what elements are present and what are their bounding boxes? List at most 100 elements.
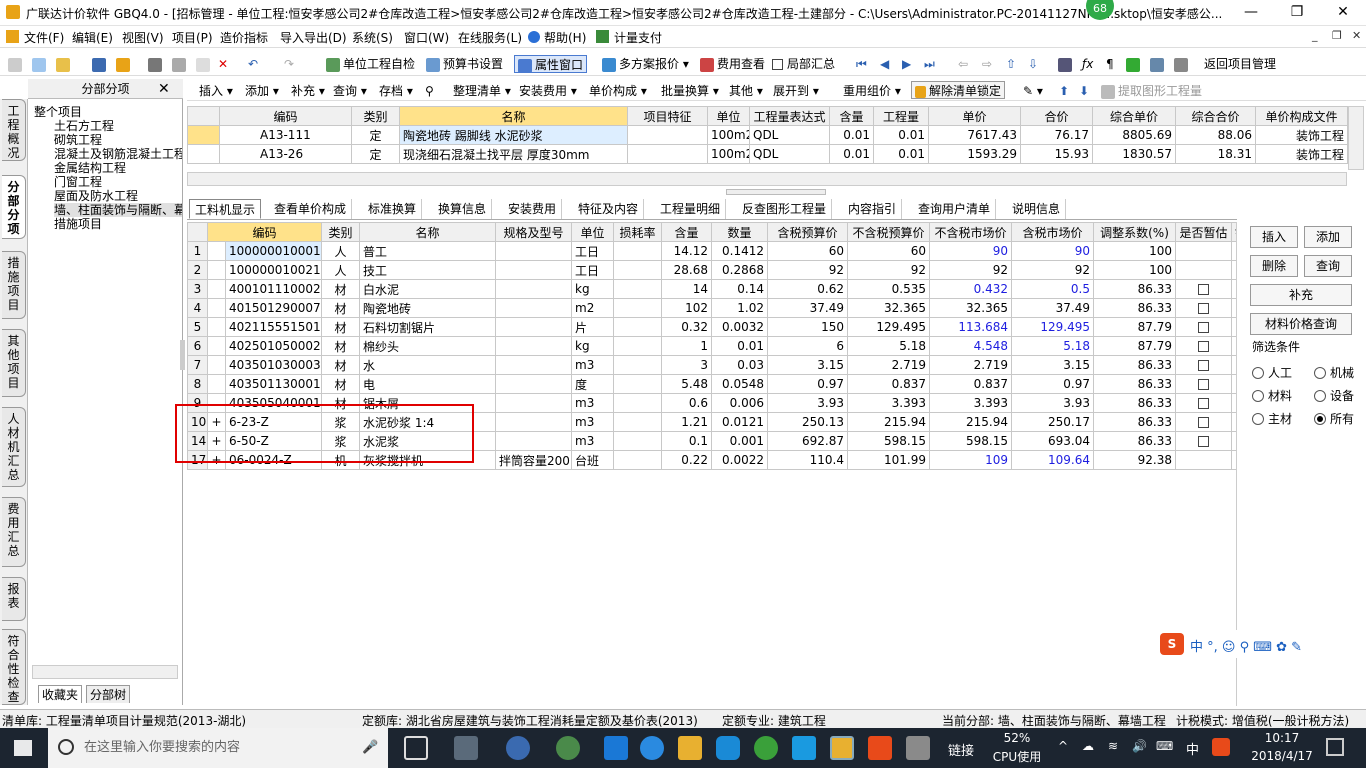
menu-system[interactable]: 系统(S) <box>352 29 393 46</box>
col-header[interactable]: 锁定 <box>1231 222 1236 242</box>
cell-tax-market[interactable]: 109.64 <box>1011 450 1095 470</box>
cell-notax-market[interactable]: 32.365 <box>929 298 1013 318</box>
paragraph-icon[interactable]: ¶ <box>1106 55 1114 73</box>
cell-unit[interactable]: m3 <box>571 412 615 432</box>
tree-item-root[interactable]: 整个项目 <box>34 105 82 119</box>
wifi-icon[interactable]: ≋ <box>1108 739 1118 753</box>
notification-center-icon[interactable] <box>1326 738 1344 756</box>
cell-spec[interactable] <box>495 431 573 451</box>
move-up-icon[interactable]: ⇧ <box>1006 55 1016 73</box>
col-header[interactable]: 工程量 <box>873 106 929 126</box>
menu-help[interactable]: 帮助(H) <box>544 29 586 46</box>
extract-graphic-button[interactable]: 提取图形工程量 <box>1101 82 1202 100</box>
cell-notax-budget[interactable]: 5.18 <box>847 336 931 356</box>
cell-loss[interactable] <box>613 450 663 470</box>
tray-chevron-icon[interactable]: ^ <box>1058 739 1068 753</box>
cell[interactable] <box>627 144 708 164</box>
expand-toggle[interactable] <box>207 336 226 356</box>
blue-app-icon[interactable] <box>792 736 816 760</box>
cell-content[interactable]: 0.6 <box>661 393 713 413</box>
cell-tax-budget[interactable]: 250.13 <box>767 412 849 432</box>
cell-loss[interactable] <box>613 279 663 299</box>
task-view-icon[interactable] <box>404 736 428 760</box>
tab-price-structure[interactable]: 查看单价构成 <box>269 199 353 219</box>
estimate-checkbox[interactable] <box>1175 450 1233 470</box>
close-button[interactable]: ✕ <box>1320 0 1366 26</box>
cell-tax-budget[interactable]: 110.4 <box>767 450 849 470</box>
batch-convert-dropdown[interactable]: 批量换算 ▾ <box>661 82 719 100</box>
col-header[interactable]: 单位 <box>707 106 750 126</box>
cell-content[interactable]: 1.21 <box>661 412 713 432</box>
sogou-icon[interactable]: S <box>1160 633 1184 655</box>
cell[interactable]: QDL <box>749 144 830 164</box>
cell-loss[interactable] <box>613 374 663 394</box>
cell-content[interactable]: 102 <box>661 298 713 318</box>
cell-unit[interactable]: m2 <box>571 298 615 318</box>
cell-notax-budget[interactable]: 60 <box>847 241 931 261</box>
cell-notax-market[interactable]: 4.548 <box>929 336 1013 356</box>
cell-name[interactable]: 水 <box>359 355 497 375</box>
tree-item[interactable]: 屋面及防水工程 <box>54 189 138 203</box>
col-header-selected[interactable]: 编码 <box>206 222 323 242</box>
bill-vertical-scrollbar[interactable] <box>1348 106 1364 170</box>
cell[interactable]: 1593.29 <box>928 144 1021 164</box>
cell[interactable]: 0.01 <box>829 125 874 145</box>
cell-type[interactable]: 人 <box>321 241 361 261</box>
cell-notax-budget[interactable]: 0.535 <box>847 279 931 299</box>
col-header[interactable]: 单价 <box>928 106 1021 126</box>
mdi-minimize[interactable]: _ <box>1312 29 1318 42</box>
cell-notax-budget[interactable]: 32.365 <box>847 298 931 318</box>
cell-qty[interactable]: 0.0032 <box>711 317 769 337</box>
insert-button[interactable]: 插入 <box>1250 226 1298 248</box>
cell-qty[interactable]: 0.0022 <box>711 450 769 470</box>
tab-quantity-detail[interactable]: 工程量明细 <box>655 199 727 219</box>
col-header[interactable]: 数量 <box>711 222 769 242</box>
fan-app-icon[interactable] <box>454 736 478 760</box>
cell-notax-budget[interactable]: 2.719 <box>847 355 931 375</box>
estimate-checkbox[interactable] <box>1175 336 1233 356</box>
cell-unit[interactable]: 工日 <box>571 260 615 280</box>
lock-checkbox[interactable] <box>1231 260 1236 280</box>
cell-name[interactable]: 陶瓷地砖 <box>359 298 497 318</box>
fee-view-button[interactable]: 费用查看 <box>700 55 765 73</box>
back-to-project-button[interactable]: 返回项目管理 <box>1204 55 1276 73</box>
estimate-checkbox[interactable] <box>1175 355 1233 375</box>
mic-icon[interactable]: 🎤 <box>362 728 378 768</box>
filter-radio[interactable]: 所有 <box>1314 410 1354 427</box>
cell[interactable]: 定 <box>351 144 400 164</box>
cell[interactable]: 18.31 <box>1175 144 1256 164</box>
last-icon[interactable]: ⏭ <box>924 55 935 73</box>
tree-item[interactable]: 门窗工程 <box>54 175 102 189</box>
cell-tax-market[interactable]: 250.17 <box>1011 412 1095 432</box>
filter-radio[interactable]: 设备 <box>1314 387 1354 404</box>
tab-user-bill[interactable]: 查询用户清单 <box>913 199 997 219</box>
cell-spec[interactable] <box>495 355 573 375</box>
estimate-checkbox[interactable] <box>1175 431 1233 451</box>
vtab-overview[interactable]: 工程概况 <box>2 99 26 161</box>
menu-import-export[interactable]: 导入导出(D) <box>280 29 347 46</box>
col-header[interactable]: 是否暂估 <box>1175 222 1233 242</box>
browser-icon[interactable] <box>556 736 580 760</box>
cell-type[interactable]: 材 <box>321 317 361 337</box>
taskbar-search[interactable]: 在这里输入你要搜索的内容 🎤 <box>48 728 388 768</box>
link-label[interactable]: 链接 <box>948 740 974 759</box>
cell-name[interactable]: 技工 <box>359 260 497 280</box>
vtab-labor-material[interactable]: 人材机汇总 <box>2 407 26 487</box>
row-number[interactable]: 6 <box>187 336 208 356</box>
cell-content[interactable]: 0.22 <box>661 450 713 470</box>
cell-qty[interactable]: 0.03 <box>711 355 769 375</box>
col-header[interactable]: 损耗率 <box>613 222 663 242</box>
ie-icon[interactable] <box>506 736 530 760</box>
tab-features[interactable]: 特征及内容 <box>573 199 645 219</box>
cell-coef[interactable]: 87.79 <box>1093 336 1177 356</box>
cell-unit[interactable]: m3 <box>571 393 615 413</box>
table-row[interactable]: 1 100000010001 人普工 工日 14.12 0.1412 60 60 90 90 100 <box>187 241 1236 261</box>
cell-spec[interactable] <box>495 298 573 318</box>
supplement-dropdown[interactable]: 补充 ▾ <box>291 82 325 100</box>
delete-button[interactable]: 删除 <box>1250 255 1298 277</box>
new-icon[interactable] <box>8 55 25 73</box>
tree-item-selected[interactable]: 墙、柱面装饰与隔断、幕墙工程 <box>54 203 182 217</box>
cell-qty[interactable]: 1.02 <box>711 298 769 318</box>
cell-coef[interactable]: 86.33 <box>1093 374 1177 394</box>
cell-notax-market[interactable]: 109 <box>929 450 1013 470</box>
